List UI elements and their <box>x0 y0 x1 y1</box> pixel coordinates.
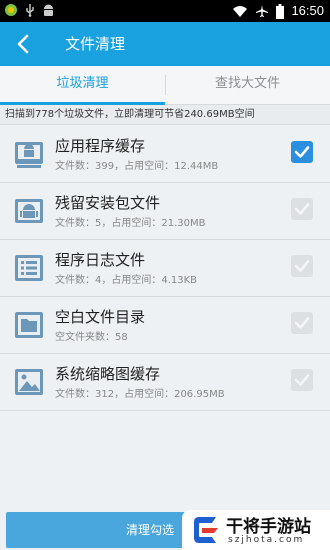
airplane-icon <box>256 5 269 17</box>
title-bar: 文件清理 <box>0 22 330 66</box>
checkmark-icon <box>294 317 310 329</box>
list-item-detail: 文件数：312，占用空间：206.95MB <box>55 389 225 400</box>
android-package-icon <box>15 199 43 223</box>
list-item-name: 空白文件目录 <box>55 308 146 326</box>
list-item-name: 残留安装包文件 <box>55 194 161 212</box>
list-item-detail: 文件数：4，占用空间：4.13KB <box>55 275 198 286</box>
checkbox-disabled[interactable] <box>291 255 313 277</box>
checkbox-disabled[interactable] <box>291 312 313 334</box>
checkbox-disabled[interactable] <box>291 198 313 220</box>
tab-divider <box>165 75 166 95</box>
checkmark-icon <box>294 374 310 386</box>
image-icon <box>15 369 43 395</box>
app-cache-icon <box>15 142 43 168</box>
watermark: 干将手游站 szjhota.com <box>182 510 330 550</box>
tab-bar: 垃圾清理 查找大文件 <box>0 66 330 105</box>
watermark-title: 干将手游站 <box>226 517 311 537</box>
list-item-thumbnail-cache[interactable]: 系统缩略图缓存 文件数：312，占用空间：206.95MB <box>0 354 330 411</box>
list-item-log-files[interactable]: 程序日志文件 文件数：4，占用空间：4.13KB <box>0 240 330 297</box>
list-item-empty-folders[interactable]: 空白文件目录 空文件夹数：58 <box>0 297 330 354</box>
watermark-logo-icon <box>194 517 218 543</box>
checkbox-checked[interactable] <box>291 141 313 163</box>
list-item-name: 应用程序缓存 <box>55 137 146 155</box>
page-title: 文件清理 <box>65 35 126 53</box>
checkmark-icon <box>294 260 310 272</box>
tab-junk-clean[interactable]: 垃圾清理 <box>0 66 165 105</box>
list-item-name: 系统缩略图缓存 <box>55 365 161 383</box>
list-item-detail: 空文件夹数：58 <box>55 332 128 343</box>
status-bar: 16:50 <box>0 0 330 22</box>
tab-find-large-files[interactable]: 查找大文件 <box>165 66 330 104</box>
folder-icon <box>15 312 43 338</box>
wifi-icon <box>233 6 248 17</box>
back-icon[interactable] <box>14 33 34 55</box>
list-item-residual-apk[interactable]: 残留安装包文件 文件数：5，占用空间：21.30MB <box>0 183 330 240</box>
checkmark-icon <box>294 146 310 158</box>
list-item-name: 程序日志文件 <box>55 251 146 269</box>
app-notification-icon <box>5 4 17 16</box>
list-item-detail: 文件数：5，占用空间：21.30MB <box>55 218 206 229</box>
checkmark-icon <box>294 203 310 215</box>
list-item-app-cache[interactable]: 应用程序缓存 文件数：399，占用空间：12.44MB <box>0 126 330 183</box>
checkbox-disabled[interactable] <box>291 369 313 391</box>
junk-category-list: 应用程序缓存 文件数：399，占用空间：12.44MB 残留安装包文件 文件数：… <box>0 126 330 411</box>
scan-summary: 扫描到778个垃圾文件，立即清理可节省240.69MB空间 <box>0 105 330 125</box>
android-notification-icon <box>44 4 53 16</box>
list-item-detail: 文件数：399，占用空间：12.44MB <box>55 161 219 172</box>
usb-icon <box>26 4 34 17</box>
watermark-url: szjhota.com <box>228 535 305 545</box>
status-time: 16:50 <box>291 3 324 18</box>
log-list-icon <box>15 255 43 281</box>
battery-icon <box>276 3 285 19</box>
